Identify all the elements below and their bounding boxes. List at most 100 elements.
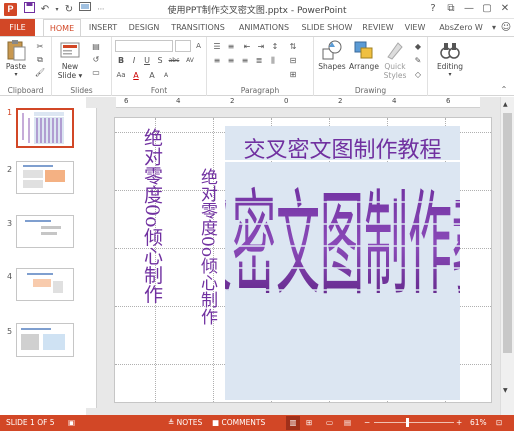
- align-left-icon[interactable]: ≡: [211, 55, 223, 66]
- editing-button[interactable]: Editing ▾: [431, 39, 469, 78]
- zoom-in-icon[interactable]: +: [456, 415, 462, 431]
- scroll-up-icon[interactable]: ▲: [503, 101, 508, 108]
- tab-home[interactable]: HOME: [43, 19, 81, 36]
- comments-button[interactable]: ■ COMMENTS: [212, 415, 265, 431]
- change-case-button[interactable]: Aa: [115, 70, 127, 81]
- underline-button[interactable]: U: [141, 55, 153, 66]
- tab-animations[interactable]: ANIMATIONS: [236, 19, 292, 36]
- slide-thumbnail-3[interactable]: [16, 215, 74, 248]
- minimize-button[interactable]: —: [462, 2, 476, 16]
- columns-icon[interactable]: ⫼: [267, 55, 279, 66]
- font-group: A B I U S abc AV Aa A A A Font: [112, 37, 207, 96]
- collapse-ribbon-icon[interactable]: ⌃: [498, 84, 510, 95]
- char-spacing-button[interactable]: AV: [184, 55, 196, 66]
- bold-button[interactable]: B: [115, 55, 127, 66]
- slide-thumbnail-2[interactable]: [16, 161, 74, 194]
- decrease-indent-icon[interactable]: ⇤: [241, 41, 253, 52]
- bullets-icon[interactable]: ☰: [211, 41, 223, 52]
- scroll-thumb[interactable]: [503, 113, 512, 353]
- tab-transitions[interactable]: TRANSITIONS: [168, 19, 228, 36]
- slide-canvas[interactable]: 交叉密文图制作教程 绝对零度0o倾心制作 绝对零度0o倾心制作 交叉密文图制作教…: [114, 117, 492, 403]
- tab-insert[interactable]: INSERT: [86, 19, 120, 36]
- align-text-icon[interactable]: ⊟: [287, 55, 299, 66]
- help-button[interactable]: ?: [426, 2, 440, 16]
- thumb-number: 3: [7, 219, 13, 228]
- horizontal-ruler[interactable]: 6 4 2 0 2 4 6: [116, 97, 480, 108]
- font-color-button[interactable]: A: [130, 70, 142, 81]
- tab-design[interactable]: DESIGN: [126, 19, 162, 36]
- grow-font-button[interactable]: A: [146, 70, 158, 81]
- layout-icon[interactable]: ▤: [90, 41, 102, 52]
- justify-icon[interactable]: ≣: [253, 55, 265, 66]
- normal-view-icon[interactable]: ▥: [286, 416, 300, 430]
- slide-thumbnail-5[interactable]: [16, 323, 74, 357]
- cross-cipher-textbox[interactable]: 交叉密文图制作教程: [144, 162, 491, 400]
- text-direction-icon[interactable]: ⇅: [287, 41, 299, 52]
- align-center-icon[interactable]: ≡: [225, 55, 237, 66]
- align-right-icon[interactable]: ≡: [239, 55, 251, 66]
- format-painter-icon[interactable]: 🖌: [34, 67, 46, 78]
- tab-view[interactable]: VIEW: [403, 19, 427, 36]
- zoom-slider[interactable]: [374, 415, 454, 431]
- ribbon-display-button[interactable]: ⧉: [444, 2, 458, 16]
- slides-label: Slides: [70, 86, 93, 95]
- increase-indent-icon[interactable]: ⇥: [255, 41, 267, 52]
- thumb-number: 4: [7, 272, 13, 281]
- cross-cipher-text: 交叉密文图制作教程: [144, 179, 491, 379]
- new-slide-button[interactable]: New Slide ▾: [56, 39, 84, 80]
- slide-thumbnail-4[interactable]: [16, 268, 74, 301]
- smartart-icon[interactable]: ⊞: [287, 69, 299, 80]
- shrink-font-button[interactable]: A: [160, 70, 172, 81]
- title-textbox[interactable]: 交叉密文图制作教程: [225, 126, 460, 163]
- close-button[interactable]: ✕: [498, 2, 512, 16]
- section-icon[interactable]: ▭: [90, 67, 102, 78]
- reset-icon[interactable]: ↺: [90, 54, 102, 65]
- clear-format-icon[interactable]: A: [192, 41, 205, 52]
- tab-file[interactable]: FILE: [0, 19, 35, 36]
- slide-counter[interactable]: SLIDE 1 OF 5: [6, 415, 55, 431]
- italic-button[interactable]: I: [128, 55, 140, 66]
- zoom-slider-thumb[interactable]: [406, 418, 409, 427]
- numbering-icon[interactable]: ≡: [225, 41, 237, 52]
- paste-button[interactable]: Paste ▾: [3, 39, 29, 78]
- font-size-dropdown[interactable]: [175, 40, 191, 52]
- thumb-number: 5: [7, 327, 13, 336]
- shapes-button[interactable]: Shapes: [317, 39, 347, 71]
- arrange-button[interactable]: Arrange: [347, 39, 381, 71]
- ruler-label: 2: [230, 97, 235, 105]
- smiley-feedback-icon[interactable]: ☺: [500, 19, 512, 36]
- font-name-dropdown[interactable]: [115, 40, 173, 52]
- tab-slideshow[interactable]: SLIDE SHOW: [300, 19, 354, 36]
- strikethrough-button[interactable]: abc: [167, 55, 181, 66]
- vertical-caption-2[interactable]: 绝对零度0o倾心制作: [195, 168, 220, 325]
- vertical-caption-1[interactable]: 绝对零度0o倾心制作: [139, 128, 166, 304]
- ruler-label: 4: [392, 97, 397, 105]
- copy-icon[interactable]: ⧉: [34, 54, 46, 65]
- user-account[interactable]: AbsZero W: [436, 19, 486, 36]
- shadow-button[interactable]: S: [154, 55, 166, 66]
- slideshow-view-icon[interactable]: ▤: [344, 415, 351, 431]
- scroll-down-icon[interactable]: ▼: [503, 387, 508, 394]
- notes-button[interactable]: ≜ NOTES: [168, 415, 202, 431]
- shape-effects-icon[interactable]: ◇: [412, 69, 424, 80]
- fit-slide-icon[interactable]: ⊡: [496, 415, 502, 431]
- shape-outline-icon[interactable]: ✎: [412, 55, 424, 66]
- maximize-button[interactable]: ▢: [480, 2, 494, 16]
- user-account-dropdown-icon[interactable]: ▾: [488, 19, 500, 36]
- zoom-level[interactable]: 61%: [470, 415, 487, 431]
- vertical-scrollbar[interactable]: ▲ ▼: [500, 97, 514, 415]
- zoom-out-icon[interactable]: −: [364, 415, 370, 431]
- spelling-icon[interactable]: ▣: [68, 415, 75, 431]
- thumb-number: 1: [7, 108, 13, 117]
- line-spacing-icon[interactable]: ↕: [269, 41, 281, 52]
- reading-view-icon[interactable]: ▭: [326, 415, 333, 431]
- new-slide-icon: [59, 39, 81, 61]
- shape-fill-icon[interactable]: ◆: [412, 41, 424, 52]
- vertical-ruler[interactable]: [86, 108, 97, 408]
- tab-review[interactable]: REVIEW: [361, 19, 395, 36]
- slide-sorter-icon[interactable]: ⊞: [306, 415, 312, 431]
- cut-icon[interactable]: ✂: [34, 41, 46, 52]
- slide-thumbnail-1[interactable]: [16, 108, 74, 148]
- quick-styles-button[interactable]: Quick Styles: [381, 39, 409, 80]
- status-bar: SLIDE 1 OF 5 ▣ ≜ NOTES ■ COMMENTS ▥ ⊞ ▭ …: [0, 415, 514, 431]
